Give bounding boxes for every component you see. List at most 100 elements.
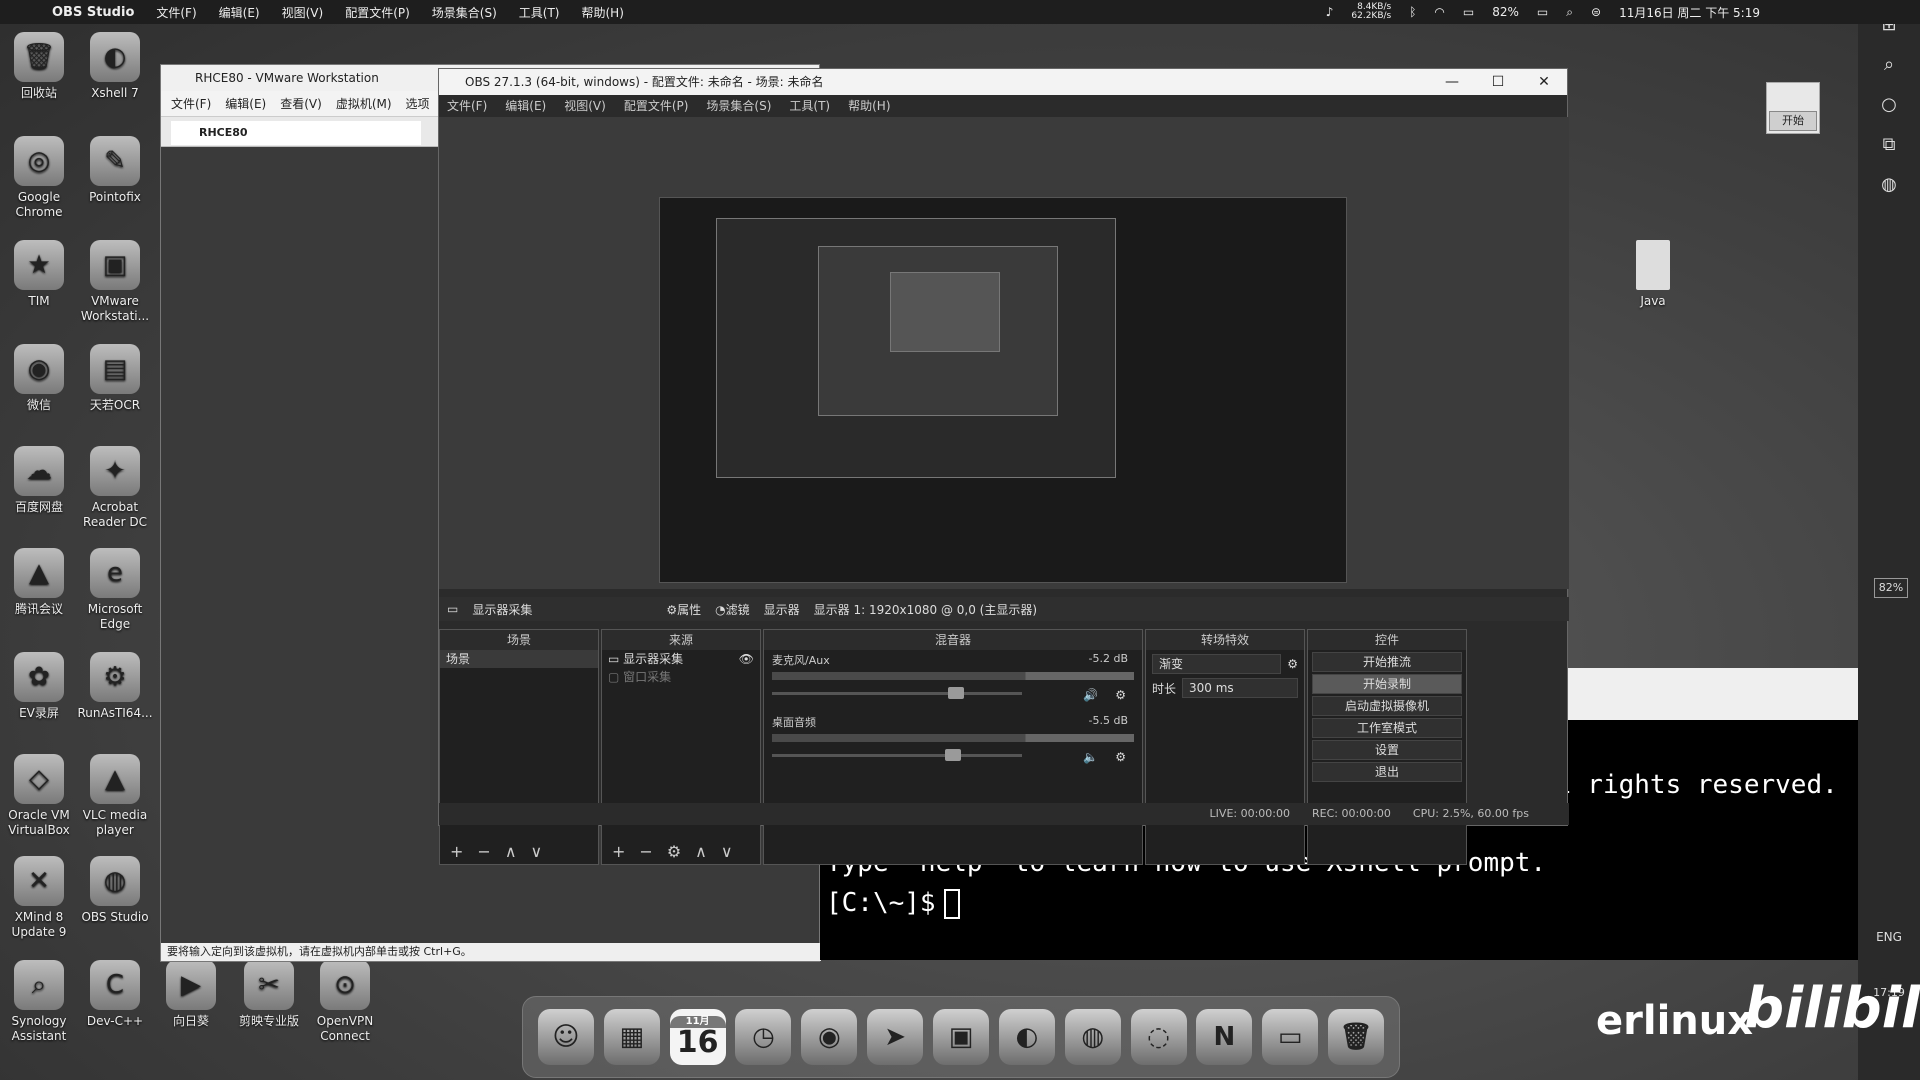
task-view-icon[interactable]: ⧉	[1876, 134, 1902, 160]
desktop-icon-vmware[interactable]: ▣ VMware Workstati...	[76, 240, 154, 324]
apple-icon[interactable]	[20, 3, 38, 21]
desktop-icon-devcpp[interactable]: C Dev-C++	[76, 960, 154, 1029]
desktop-icon-chrome[interactable]: ◎ Google Chrome	[0, 136, 78, 220]
desktop-icon-obs[interactable]: ◍ OBS Studio	[76, 856, 154, 925]
vmware-menu-file[interactable]: 文件(F)	[171, 91, 211, 116]
menubar-help[interactable]: 帮助(H)	[581, 4, 623, 21]
maximize-icon[interactable]: ☐	[1475, 69, 1521, 95]
obs-menu-profile[interactable]: 配置文件(P)	[624, 95, 689, 117]
music-icon[interactable]: ♪	[1326, 5, 1334, 19]
desktop-icon-ocr[interactable]: ▤ 天若OCR	[76, 344, 154, 413]
gear-icon[interactable]: ⚙	[1287, 657, 1298, 671]
start-streaming-button[interactable]: 开始推流	[1312, 652, 1462, 672]
duration-input[interactable]: 300 ms	[1182, 678, 1298, 698]
obs-menu-view[interactable]: 视图(V)	[564, 95, 606, 117]
trash-dock-icon[interactable]: 🗑	[1328, 1009, 1385, 1065]
desktop-icon-vlc[interactable]: ▲ VLC media player	[76, 754, 154, 838]
speaker-icon[interactable]: 🔊	[1083, 688, 1098, 702]
desktop-icon-edge[interactable]: e Microsoft Edge	[76, 548, 154, 632]
exit-button[interactable]: 退出	[1312, 762, 1462, 782]
move-up-icon[interactable]: ∧	[505, 842, 517, 861]
menubar-datetime[interactable]: 11月16日 周二 下午 5:19	[1619, 4, 1760, 21]
vmware-dock-icon[interactable]: ▣	[932, 1009, 989, 1065]
desktop-icon-xshell[interactable]: ◐ Xshell 7	[76, 32, 154, 101]
menubar-file[interactable]: 文件(F)	[156, 4, 196, 21]
settings-button[interactable]: 设置	[1312, 740, 1462, 760]
desktop-icon-tencent-meeting[interactable]: ▲ 腾讯会议	[0, 548, 78, 617]
obs-menu-help[interactable]: 帮助(H)	[848, 95, 890, 117]
eye-icon[interactable]: 👁	[739, 650, 754, 668]
control-center-icon[interactable]: ⊜	[1591, 5, 1601, 19]
cortana-icon[interactable]: ○	[1876, 94, 1902, 120]
desktop-icon-jianying[interactable]: ✂ 剪映专业版	[230, 960, 308, 1029]
studio-mode-button[interactable]: 工作室模式	[1312, 718, 1462, 738]
onenote-icon[interactable]: N	[1196, 1009, 1253, 1065]
desktop-icon-recycle-bin[interactable]: 🗑 回收站	[0, 32, 78, 101]
launchpad-icon[interactable]: ▦	[603, 1009, 660, 1065]
volume-slider[interactable]	[772, 686, 1022, 700]
volume-slider-knob[interactable]	[947, 687, 964, 699]
wifi-icon[interactable]: ◠	[1434, 5, 1444, 19]
search-icon[interactable]: ⌕	[1566, 5, 1573, 20]
menubar-app-name[interactable]: OBS Studio	[52, 5, 134, 20]
start-virtual-camera-button[interactable]: 启动虚拟摄像机	[1312, 696, 1462, 716]
display-icon[interactable]: ▭	[1463, 5, 1474, 19]
vmware-tab-rhce80[interactable]: RHCE80	[171, 121, 421, 145]
properties-button[interactable]: ⚙属性	[666, 601, 701, 618]
search-icon[interactable]: ⌕	[1876, 54, 1902, 80]
menubar-tools[interactable]: 工具(T)	[519, 4, 560, 21]
vmware-menu-edit[interactable]: 编辑(E)	[225, 91, 266, 116]
menubar-view[interactable]: 视图(V)	[282, 4, 324, 21]
language-indicator[interactable]: ENG	[1858, 930, 1920, 944]
start-button[interactable]: 开始	[1769, 111, 1817, 131]
desktop-icon-wechat[interactable]: ◉ 微信	[0, 344, 78, 413]
desktop-icon-baidu-netdisk[interactable]: ☁ 百度网盘	[0, 446, 78, 515]
source-up-icon[interactable]: ∧	[695, 842, 707, 861]
remove-scene-icon[interactable]: −	[477, 842, 490, 861]
desktop-icon-runasti[interactable]: ⚙ RunAsTI64...	[76, 652, 154, 721]
desktop-icon-virtualbox[interactable]: ◇ Oracle VM VirtualBox	[0, 754, 78, 838]
desktop-icon-ev-recorder[interactable]: ✿ EV录屏	[0, 652, 78, 721]
battery-icon[interactable]: ▭	[1537, 5, 1548, 19]
obs-menu-scene-collection[interactable]: 场景集合(S)	[706, 95, 771, 117]
source-settings-icon[interactable]: ⚙	[667, 842, 681, 861]
desktop-icon-xmind[interactable]: ✕ XMind 8 Update 9	[0, 856, 78, 940]
source-item-display[interactable]: ▭ 显示器采集 👁	[602, 650, 760, 668]
close-icon[interactable]: ✕	[1521, 69, 1567, 95]
source-item-window[interactable]: ▢ 窗口采集	[602, 668, 760, 686]
volume-slider[interactable]	[772, 748, 1022, 762]
source-down-icon[interactable]: ∨	[721, 842, 733, 861]
volume-slider-knob[interactable]	[945, 749, 962, 761]
feishu-icon[interactable]: ➤	[867, 1009, 924, 1065]
desktop-icon-pointofix[interactable]: ✎ Pointofix	[76, 136, 154, 205]
calendar-icon[interactable]: 11月 16	[669, 1009, 726, 1065]
obs-menu-file[interactable]: 文件(F)	[447, 95, 487, 117]
finder-icon[interactable]: ☺	[537, 1009, 594, 1065]
vmware-menu-options[interactable]: 选项	[406, 91, 430, 116]
bluetooth-icon[interactable]: ᛒ	[1409, 5, 1416, 19]
add-source-icon[interactable]: +	[612, 842, 625, 861]
filters-button[interactable]: ◔滤镜	[715, 601, 750, 618]
obs-preview-canvas[interactable]	[659, 197, 1347, 583]
obs-dock-icon[interactable]: ◍	[1064, 1009, 1121, 1065]
wechat-dock-icon[interactable]: ◌	[1130, 1009, 1187, 1065]
speaker-muted-icon[interactable]: 🔈	[1083, 750, 1098, 764]
start-recording-button[interactable]: 开始录制	[1312, 674, 1462, 694]
desktop-icon-tim[interactable]: ★ TIM	[0, 240, 78, 309]
preview-icon[interactable]: ◉	[801, 1009, 858, 1065]
obs-menu-edit[interactable]: 编辑(E)	[505, 95, 546, 117]
display-select[interactable]: 显示器 1: 1920x1080 @ 0,0 (主显示器)	[814, 601, 1037, 618]
vmware-menu-vm[interactable]: 虚拟机(M)	[336, 91, 392, 116]
scene-item[interactable]: 场景	[440, 650, 598, 668]
menubar-scene-collection[interactable]: 场景集合(S)	[432, 4, 497, 21]
add-scene-icon[interactable]: +	[450, 842, 463, 861]
desktop-icon-synology[interactable]: ⌕ Synology Assistant	[0, 960, 78, 1044]
move-down-icon[interactable]: ∨	[531, 842, 543, 861]
vmware-menu-view[interactable]: 查看(V)	[280, 91, 322, 116]
desktop-icon-sunflower[interactable]: ▶ 向日葵	[152, 960, 230, 1029]
gear-icon[interactable]: ⚙	[1115, 750, 1126, 764]
obs-titlebar[interactable]: OBS 27.1.3 (64-bit, windows) - 配置文件: 未命名…	[439, 69, 1567, 95]
desktop-icon-acrobat[interactable]: ✦ Acrobat Reader DC	[76, 446, 154, 530]
obs-menu-tools[interactable]: 工具(T)	[789, 95, 830, 117]
window-icon[interactable]: ▭	[1262, 1009, 1319, 1065]
